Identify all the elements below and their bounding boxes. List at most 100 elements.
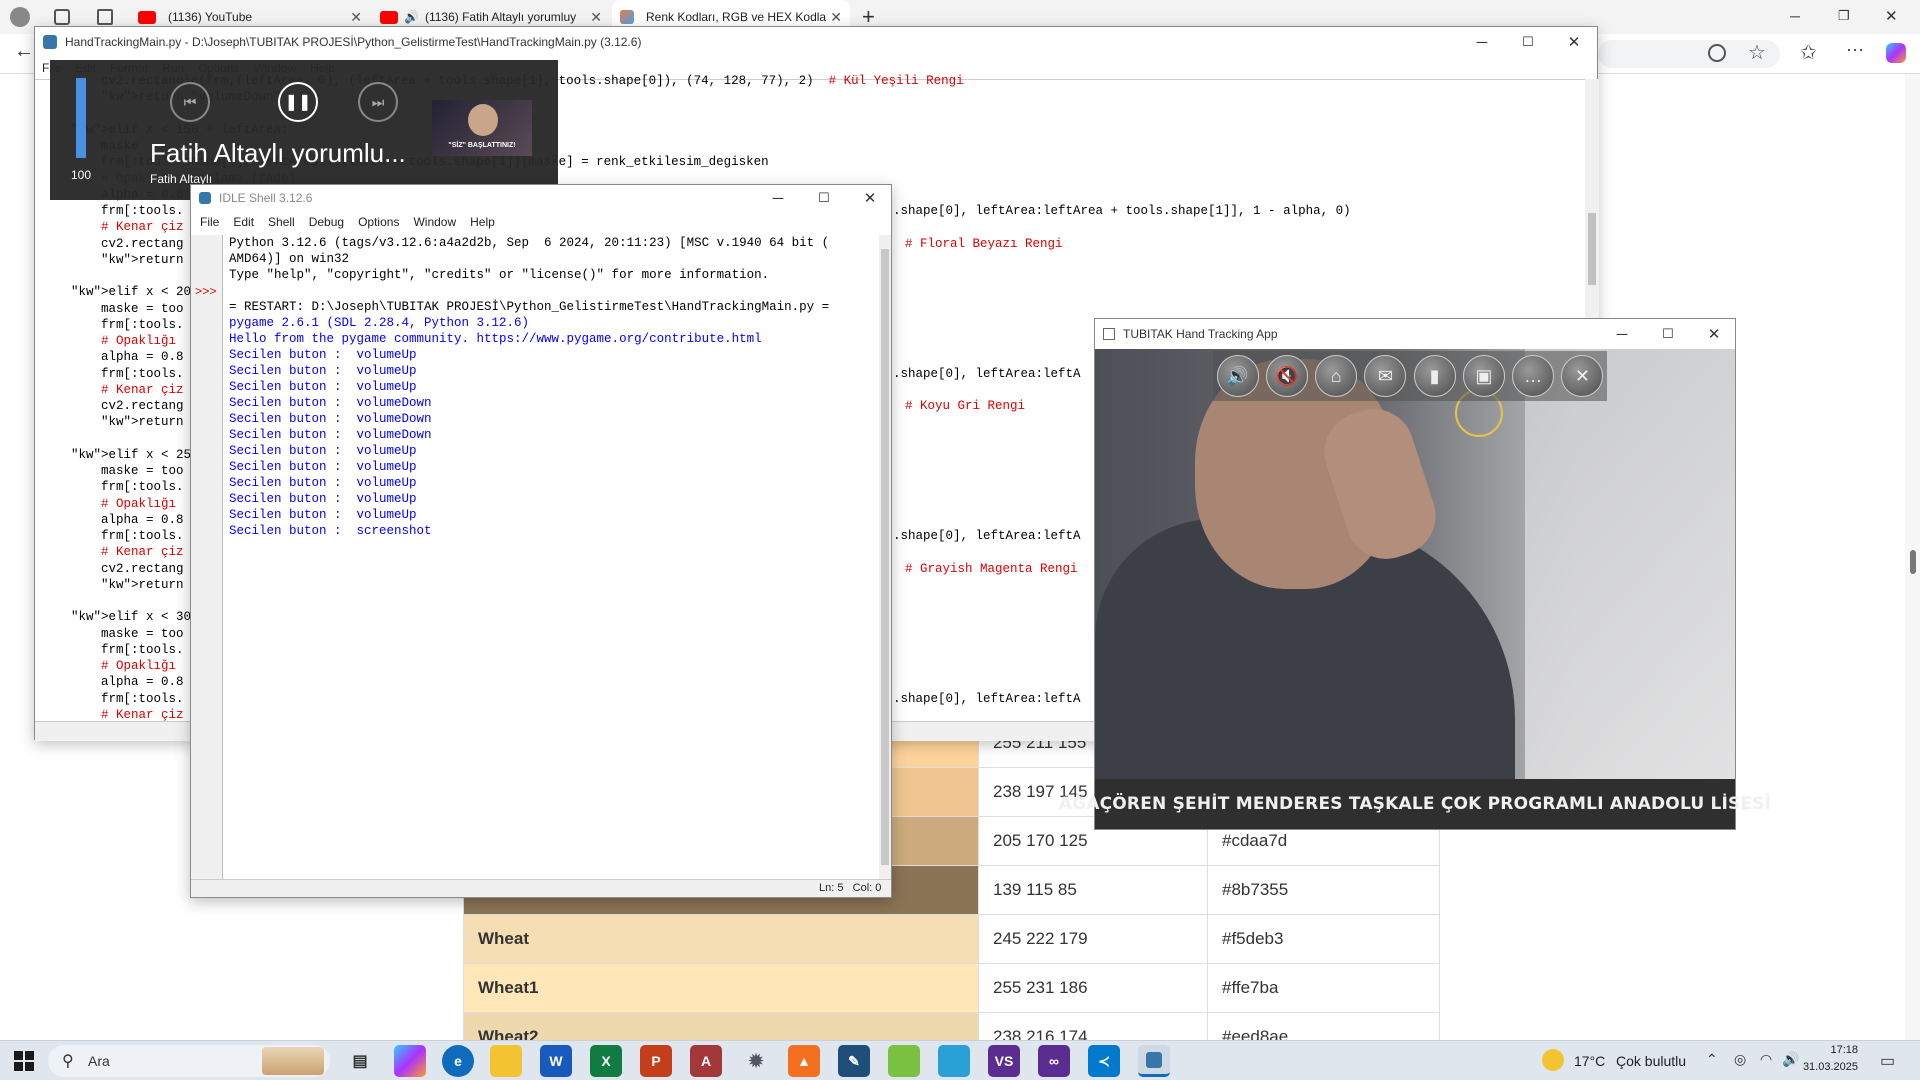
next-track-icon[interactable]: ⏭ bbox=[358, 82, 398, 122]
shell-line: AMD64)] on win32 bbox=[229, 252, 350, 266]
windows-taskbar: ⚲ Ara ▤ e W X P A ✹ ▲ ✎ VS ∞ ≺ 17°C Çok … bbox=[0, 1040, 1920, 1080]
screenshot-icon[interactable]: ▣ bbox=[1462, 355, 1505, 397]
code-text: maske = too bbox=[71, 626, 184, 641]
edge-icon[interactable]: e bbox=[442, 1045, 474, 1077]
chevron-up-icon[interactable]: ⌃ bbox=[1706, 1051, 1718, 1068]
close-tab-icon[interactable]: ✕ bbox=[830, 9, 842, 26]
app-blue-icon[interactable]: ✎ bbox=[838, 1045, 870, 1077]
location-icon[interactable]: ◎ bbox=[1734, 1051, 1746, 1068]
excel-icon[interactable]: X bbox=[590, 1045, 622, 1077]
ht-close-icon[interactable]: ✕ bbox=[1691, 319, 1737, 349]
ht-minimize-icon[interactable]: ─ bbox=[1599, 319, 1645, 349]
volume-icon[interactable]: 🔊 bbox=[1782, 1051, 1799, 1068]
menu-shell[interactable]: Shell bbox=[261, 215, 302, 229]
shell-maximize-icon[interactable]: ☐ bbox=[801, 185, 847, 211]
close-tab-icon[interactable]: ✕ bbox=[350, 9, 362, 26]
close-icon[interactable]: ✕ bbox=[1885, 7, 1898, 25]
chart-icon[interactable]: ▮ bbox=[1413, 355, 1456, 397]
more-menu-icon[interactable]: ⋯ bbox=[1846, 40, 1864, 61]
settings-gear-icon[interactable]: ✹ bbox=[740, 1045, 772, 1077]
color-row: Wheat1 255 231 186 #ffe7ba bbox=[463, 963, 1440, 1013]
shell-menubar: File Edit Shell Debug Options Window Help bbox=[191, 211, 891, 233]
tab-actions-icon[interactable] bbox=[97, 9, 113, 25]
copilot-icon[interactable] bbox=[394, 1045, 426, 1077]
start-button[interactable] bbox=[14, 1051, 34, 1071]
ht-maximize-icon[interactable]: ☐ bbox=[1645, 319, 1691, 349]
task-view-icon[interactable]: ▤ bbox=[344, 1045, 376, 1077]
shell-line: Secilen buton : volumeDown bbox=[229, 396, 432, 410]
hand-tracking-window: TUBITAK Hand Tracking App ─ ☐ ✕ 🔊 🔇 ⌂ ✉ ▮ ▣… ✕… bbox=[1059, 318, 1771, 830]
clock-date[interactable]: 31.03.2025 bbox=[1798, 1061, 1858, 1073]
close-icon[interactable]: ✕ bbox=[1561, 355, 1604, 397]
code-text: alpha = 0.8 bbox=[71, 675, 184, 690]
editor-scrollbar-thumb[interactable] bbox=[1588, 213, 1596, 285]
app-icon bbox=[1103, 328, 1115, 340]
shell-minimize-icon[interactable]: ─ bbox=[755, 185, 801, 211]
shell-scrollbar[interactable] bbox=[879, 235, 891, 879]
restore-icon[interactable]: ❐ bbox=[1838, 8, 1850, 24]
wifi-icon[interactable]: ◠ bbox=[1760, 1051, 1772, 1068]
editor-close-icon[interactable]: ✕ bbox=[1551, 27, 1597, 57]
page-scrollbar[interactable] bbox=[1905, 74, 1920, 1040]
code-line: # Grayish Magenta Rengi bbox=[893, 561, 1078, 577]
minimize-icon[interactable]: ─ bbox=[1790, 8, 1800, 24]
app-orange-icon[interactable]: ▲ bbox=[788, 1045, 820, 1077]
menu-options[interactable]: Options bbox=[351, 215, 406, 229]
volume-track[interactable] bbox=[76, 78, 86, 158]
visual-studio-2-icon[interactable]: ∞ bbox=[1038, 1045, 1070, 1077]
back-icon[interactable]: ← bbox=[14, 40, 34, 63]
home-icon[interactable]: ⌂ bbox=[1315, 355, 1358, 397]
editor-maximize-icon[interactable]: ☐ bbox=[1505, 27, 1551, 57]
read-aloud-icon[interactable] bbox=[1708, 44, 1726, 62]
menu-file[interactable]: File bbox=[193, 215, 226, 229]
close-tab-icon[interactable]: ✕ bbox=[590, 9, 602, 26]
powerpoint-icon[interactable]: P bbox=[640, 1045, 672, 1077]
menu-debug[interactable]: Debug bbox=[302, 215, 351, 229]
access-icon[interactable]: A bbox=[690, 1045, 722, 1077]
search-placeholder: Ara bbox=[88, 1053, 110, 1069]
code-text: frm[:tools. bbox=[71, 642, 184, 657]
menu-window[interactable]: Window bbox=[406, 215, 463, 229]
vscode-icon[interactable]: ≺ bbox=[1088, 1045, 1120, 1077]
profile-icon[interactable] bbox=[10, 7, 30, 27]
favorite-star-icon[interactable]: ☆ bbox=[1748, 40, 1766, 65]
shell-line: Secilen buton : volumeUp bbox=[229, 492, 417, 506]
file-explorer-icon[interactable] bbox=[490, 1045, 522, 1077]
shell-output[interactable]: Python 3.12.6 (tags/v3.12.6:a4a2d2b, Sep… bbox=[229, 235, 875, 875]
pause-icon[interactable]: ❚❚ bbox=[278, 82, 318, 122]
weather-desc[interactable]: Çok bulutlu bbox=[1616, 1053, 1686, 1069]
volume-up-icon[interactable]: 🔊 bbox=[1216, 355, 1259, 397]
notifications-icon[interactable]: ▭ bbox=[1880, 1051, 1895, 1071]
workspaces-icon[interactable] bbox=[54, 9, 70, 25]
search-box[interactable]: ⚲ Ara bbox=[48, 1045, 330, 1077]
word-icon[interactable]: W bbox=[540, 1045, 572, 1077]
weather-temp[interactable]: 17°C bbox=[1574, 1053, 1605, 1069]
code-text: frm[:tools. bbox=[71, 204, 184, 218]
mail-icon[interactable]: ✉ bbox=[1364, 355, 1407, 397]
app-cyan-icon[interactable] bbox=[938, 1045, 970, 1077]
editor-titlebar: HandTrackingMain.py - D:\Joseph\TUBITAK … bbox=[35, 27, 1597, 57]
python-taskbar-icon[interactable] bbox=[1138, 1045, 1170, 1077]
editor-minimize-icon[interactable]: ─ bbox=[1459, 27, 1505, 57]
menu-edit[interactable]: Edit bbox=[226, 215, 261, 229]
clock-time[interactable]: 17:18 bbox=[1806, 1044, 1858, 1056]
app-green-icon[interactable] bbox=[888, 1045, 920, 1077]
copilot-icon[interactable] bbox=[1886, 43, 1906, 63]
chat-icon[interactable]: … bbox=[1512, 355, 1555, 397]
visual-studio-icon[interactable]: VS bbox=[988, 1045, 1020, 1077]
youtube-icon bbox=[138, 10, 156, 24]
gesture-toolbar: 🔊 🔇 ⌂ ✉ ▮ ▣… ✕ bbox=[1213, 351, 1607, 401]
menu-help[interactable]: Help bbox=[463, 215, 502, 229]
color-row: Wheat 245 222 179 #f5deb3 bbox=[463, 914, 1440, 964]
shell-scrollbar-thumb[interactable] bbox=[881, 249, 889, 865]
favorites-icon[interactable]: ✩ bbox=[1800, 40, 1817, 65]
speaker-icon[interactable]: 🔊 bbox=[404, 10, 419, 24]
volume-mute-icon[interactable]: 🔇 bbox=[1265, 355, 1308, 397]
shell-close-icon[interactable]: ✕ bbox=[847, 185, 893, 211]
previous-track-icon[interactable]: ⏮ bbox=[170, 82, 210, 122]
shell-sidebar: >>> bbox=[191, 235, 223, 879]
weather-icon[interactable] bbox=[1542, 1049, 1564, 1071]
scrollbar-thumb[interactable] bbox=[1910, 550, 1916, 574]
